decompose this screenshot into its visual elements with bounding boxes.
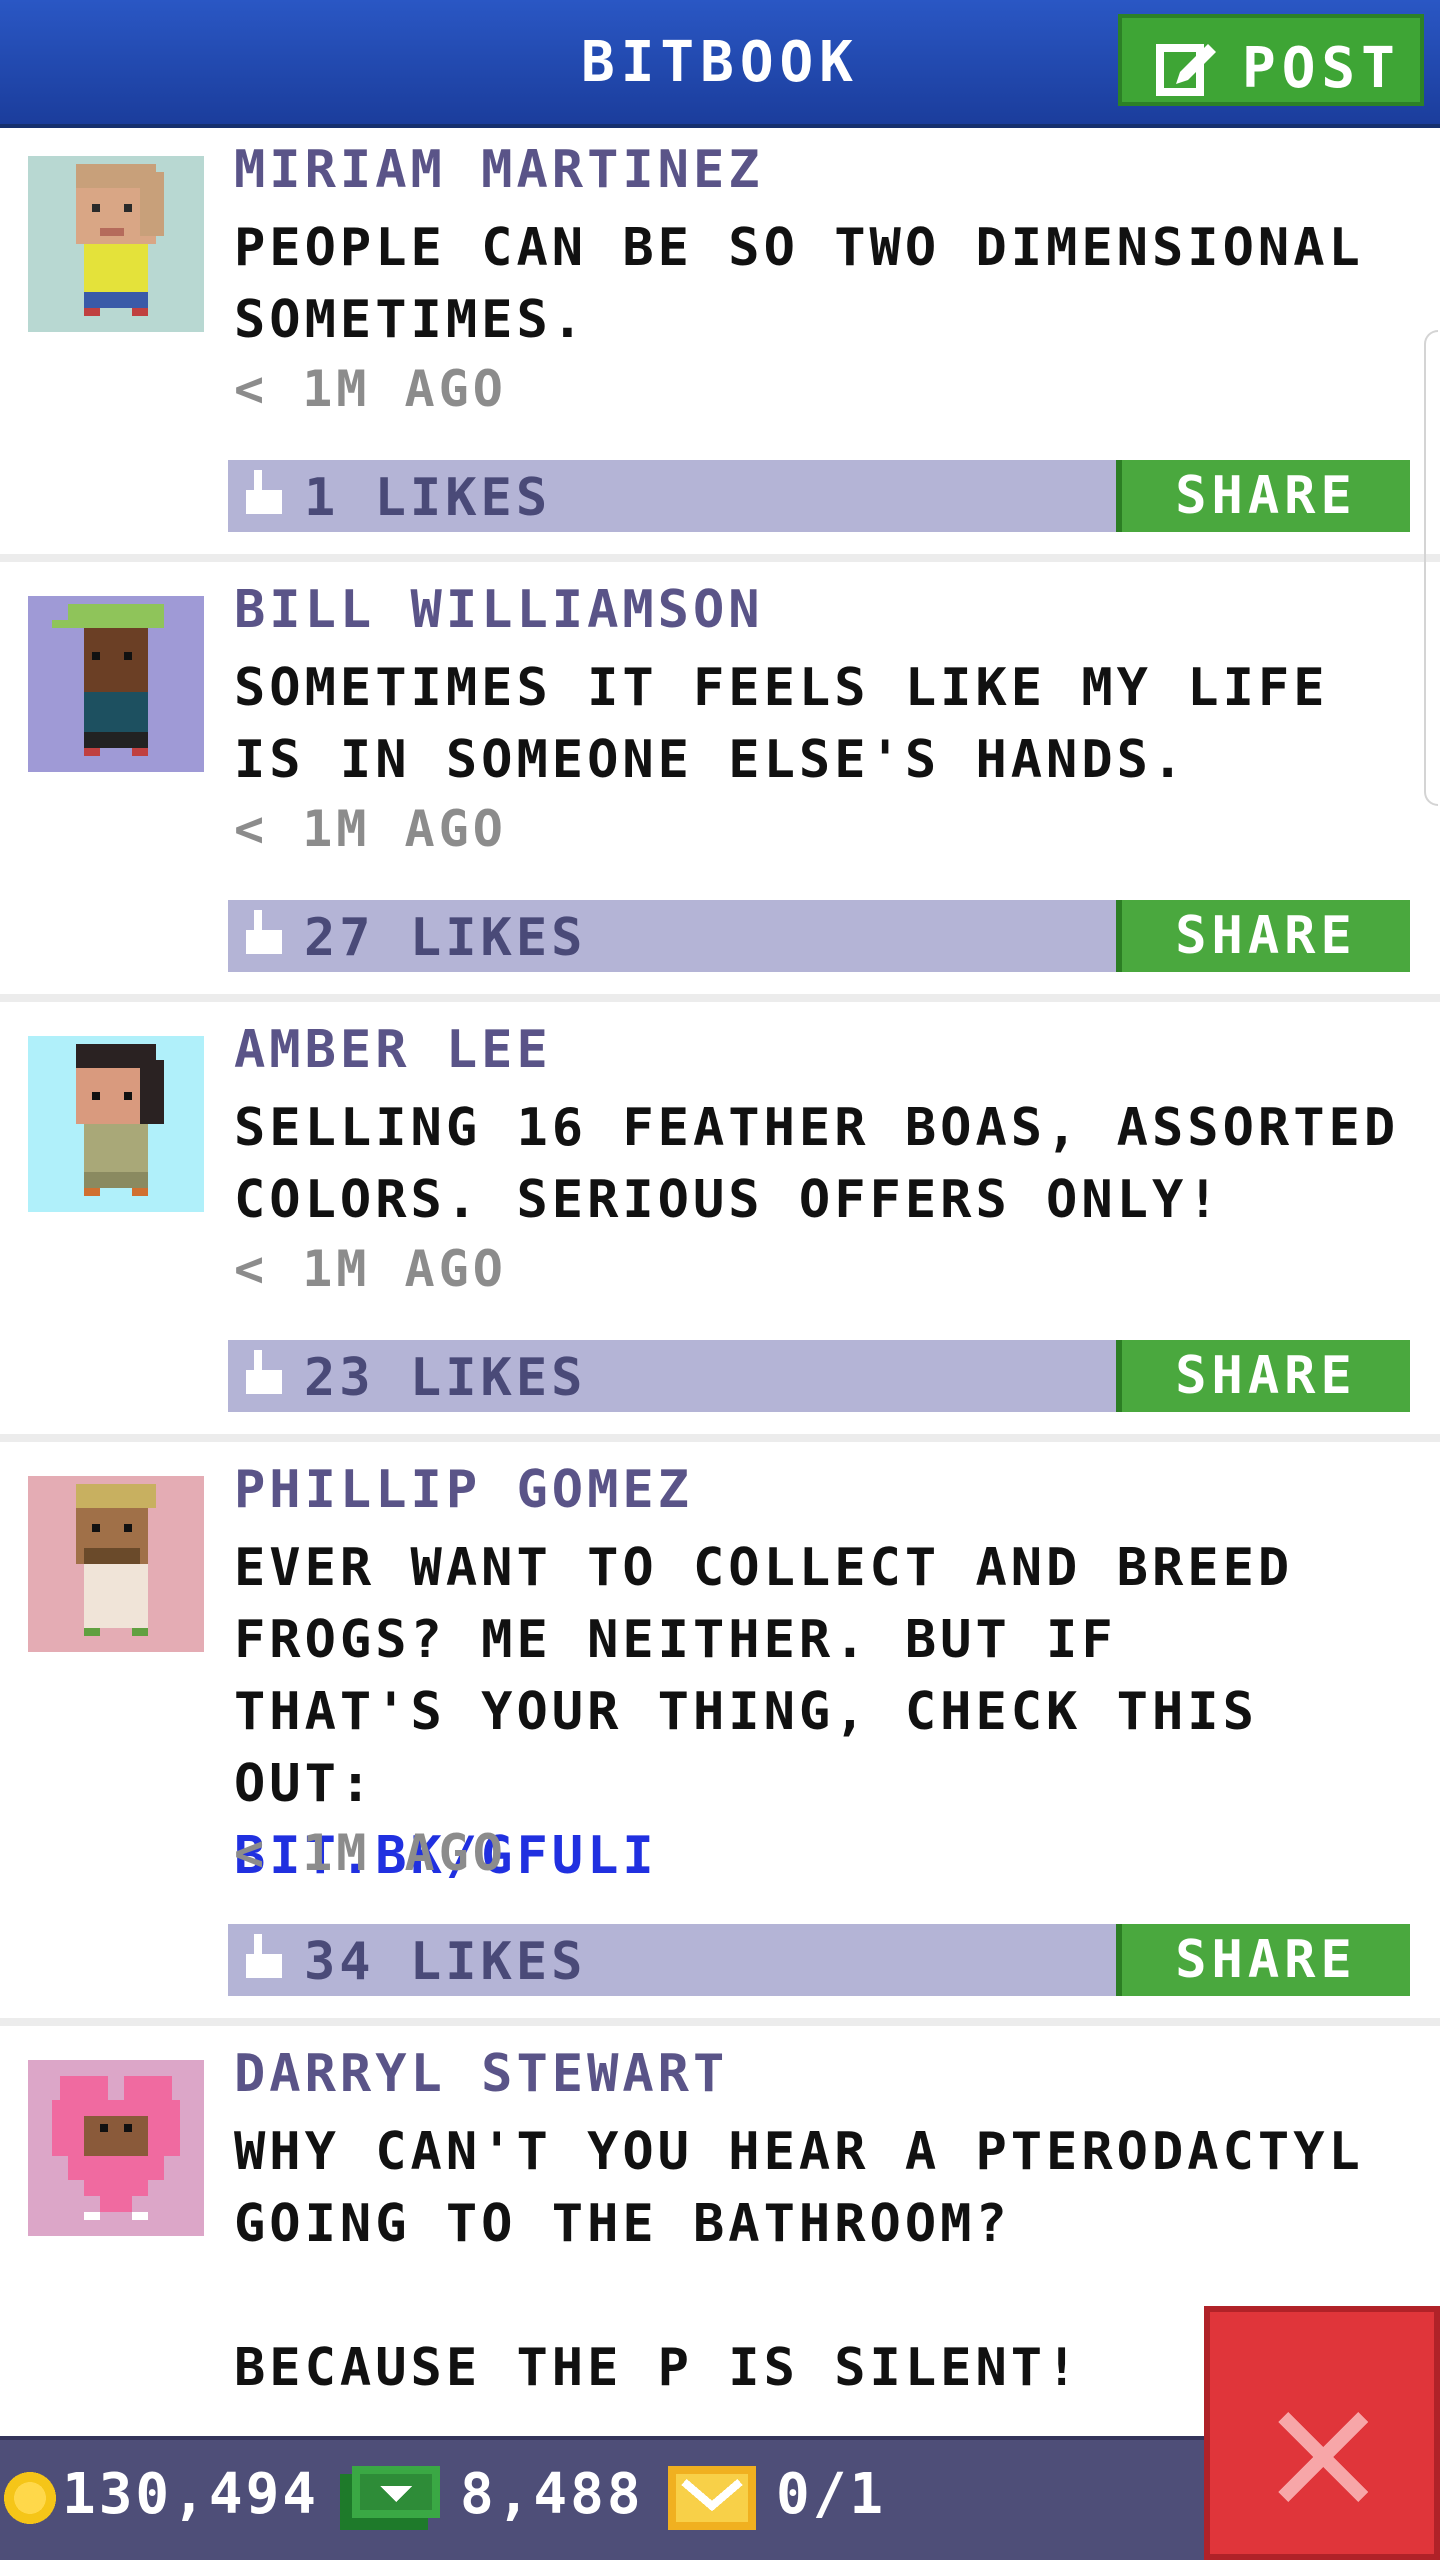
post-text: PEOPLE CAN BE SO TWO DIMENSIONAL SOMETIM…: [234, 218, 1400, 350]
avatar[interactable]: [28, 1476, 204, 1652]
post-text-body: EVER WANT TO COLLECT AND BREED FROGS? ME…: [234, 1538, 1329, 1814]
post-author[interactable]: MIRIAM MARTINEZ: [234, 140, 764, 200]
share-button[interactable]: SHARE: [1116, 1340, 1410, 1412]
feed-post: BILL WILLIAMSON SOMETIMES IT FEELS LIKE …: [0, 568, 1440, 998]
bux-icon: [340, 2466, 440, 2530]
ticket-count: 0/1: [776, 2462, 887, 2527]
like-icon: [246, 910, 282, 954]
like-icon: [246, 1934, 282, 1978]
coin-icon: [4, 2472, 56, 2524]
post-time: < 1M AGO: [234, 1240, 507, 1298]
post-text: SOMETIMES IT FEELS LIKE MY LIFE IS IN SO…: [234, 658, 1364, 790]
post-author[interactable]: AMBER LEE: [234, 1020, 552, 1080]
post-divider: [0, 994, 1440, 1002]
feed-post: PHILLIP GOMEZ EVER WANT TO COLLECT AND B…: [0, 1448, 1440, 2022]
app-header: BITBOOK POST: [0, 0, 1440, 128]
ticket-icon: [668, 2466, 756, 2530]
post-divider: [0, 1434, 1440, 1442]
avatar[interactable]: [28, 1036, 204, 1212]
post-author[interactable]: PHILLIP GOMEZ: [234, 1460, 693, 1520]
like-icon: [246, 470, 282, 514]
close-icon: [1278, 2412, 1368, 2502]
bux-count: 8,488: [460, 2462, 644, 2527]
like-count: 34 LIKES: [304, 1932, 587, 1992]
share-button[interactable]: SHARE: [1116, 1924, 1410, 1996]
post-divider: [0, 2018, 1440, 2026]
post-time: < 1M AGO: [234, 800, 507, 858]
scroll-indicator[interactable]: [1424, 330, 1438, 806]
feed-post: AMBER LEE SELLING 16 FEATHER BOAS, ASSOR…: [0, 1008, 1440, 1438]
coin-count: 130,494: [62, 2462, 320, 2527]
post-text: SELLING 16 FEATHER BOAS, ASSORTED COLORS…: [234, 1098, 1435, 1230]
post-time: < 1M AGO: [234, 1824, 507, 1882]
post-author[interactable]: BILL WILLIAMSON: [234, 580, 764, 640]
like-bar[interactable]: 23 LIKES SHARE: [228, 1340, 1410, 1412]
like-bar[interactable]: 1 LIKES SHARE: [228, 460, 1410, 532]
share-button[interactable]: SHARE: [1116, 900, 1410, 972]
feed-post: MIRIAM MARTINEZ PEOPLE CAN BE SO TWO DIM…: [0, 128, 1440, 558]
post-edit-icon: [1156, 44, 1216, 96]
like-count: 23 LIKES: [304, 1348, 587, 1408]
like-count: 27 LIKES: [304, 908, 587, 968]
avatar[interactable]: [28, 2060, 204, 2236]
like-icon: [246, 1350, 282, 1394]
avatar[interactable]: [28, 596, 204, 772]
like-bar[interactable]: 27 LIKES SHARE: [228, 900, 1410, 972]
avatar[interactable]: [28, 156, 204, 332]
post-divider: [0, 554, 1440, 562]
post-author[interactable]: DARRYL STEWART: [234, 2044, 728, 2104]
post-button-label: POST: [1242, 36, 1401, 101]
close-button[interactable]: [1204, 2306, 1440, 2560]
like-count: 1 LIKES: [304, 468, 552, 528]
post-time: < 1M AGO: [234, 360, 507, 418]
post-button[interactable]: POST: [1118, 14, 1424, 106]
share-button[interactable]: SHARE: [1116, 460, 1410, 532]
like-bar[interactable]: 34 LIKES SHARE: [228, 1924, 1410, 1996]
